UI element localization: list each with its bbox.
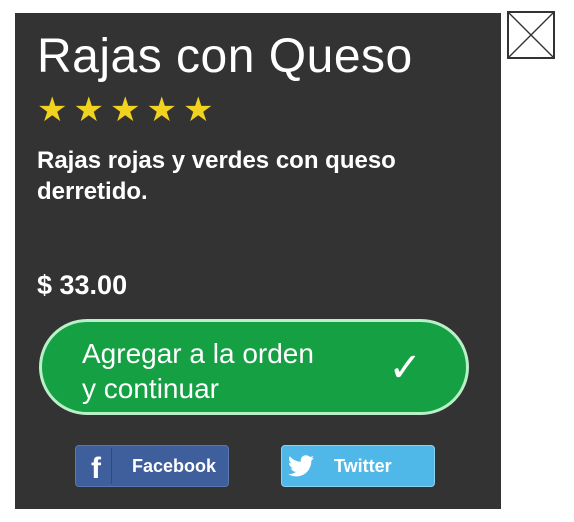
star-icon: ★ (182, 91, 214, 129)
twitter-bird-icon (288, 454, 314, 478)
close-icon[interactable] (507, 11, 555, 59)
twitter-share-button[interactable]: Twitter (281, 445, 435, 487)
product-title: Rajas con Queso (37, 30, 413, 83)
add-to-order-label: Agregar a la orden y continuar (82, 338, 314, 404)
rating-stars: ★ ★ ★ ★ ★ (37, 93, 213, 127)
product-price: $ 33.00 (37, 270, 128, 300)
facebook-share-button[interactable]: f Facebook (75, 445, 229, 487)
star-icon: ★ (146, 91, 177, 129)
star-icon: ★ (109, 91, 141, 129)
product-panel: Rajas con Queso ★ ★ ★ ★ ★ Rajas rojas y verd… (15, 13, 501, 509)
facebook-icon: f (81, 448, 112, 484)
twitter-label: Twitter (334, 455, 392, 476)
product-description: Rajas rojas y verdes con queso derretido… (37, 147, 396, 205)
add-to-order-button[interactable]: Agregar a la orden y continuar ✓ (39, 319, 469, 415)
facebook-label: Facebook (132, 455, 217, 476)
star-icon: ★ (73, 91, 104, 129)
star-icon: ★ (37, 91, 68, 129)
checkmark-icon: ✓ (388, 345, 422, 391)
